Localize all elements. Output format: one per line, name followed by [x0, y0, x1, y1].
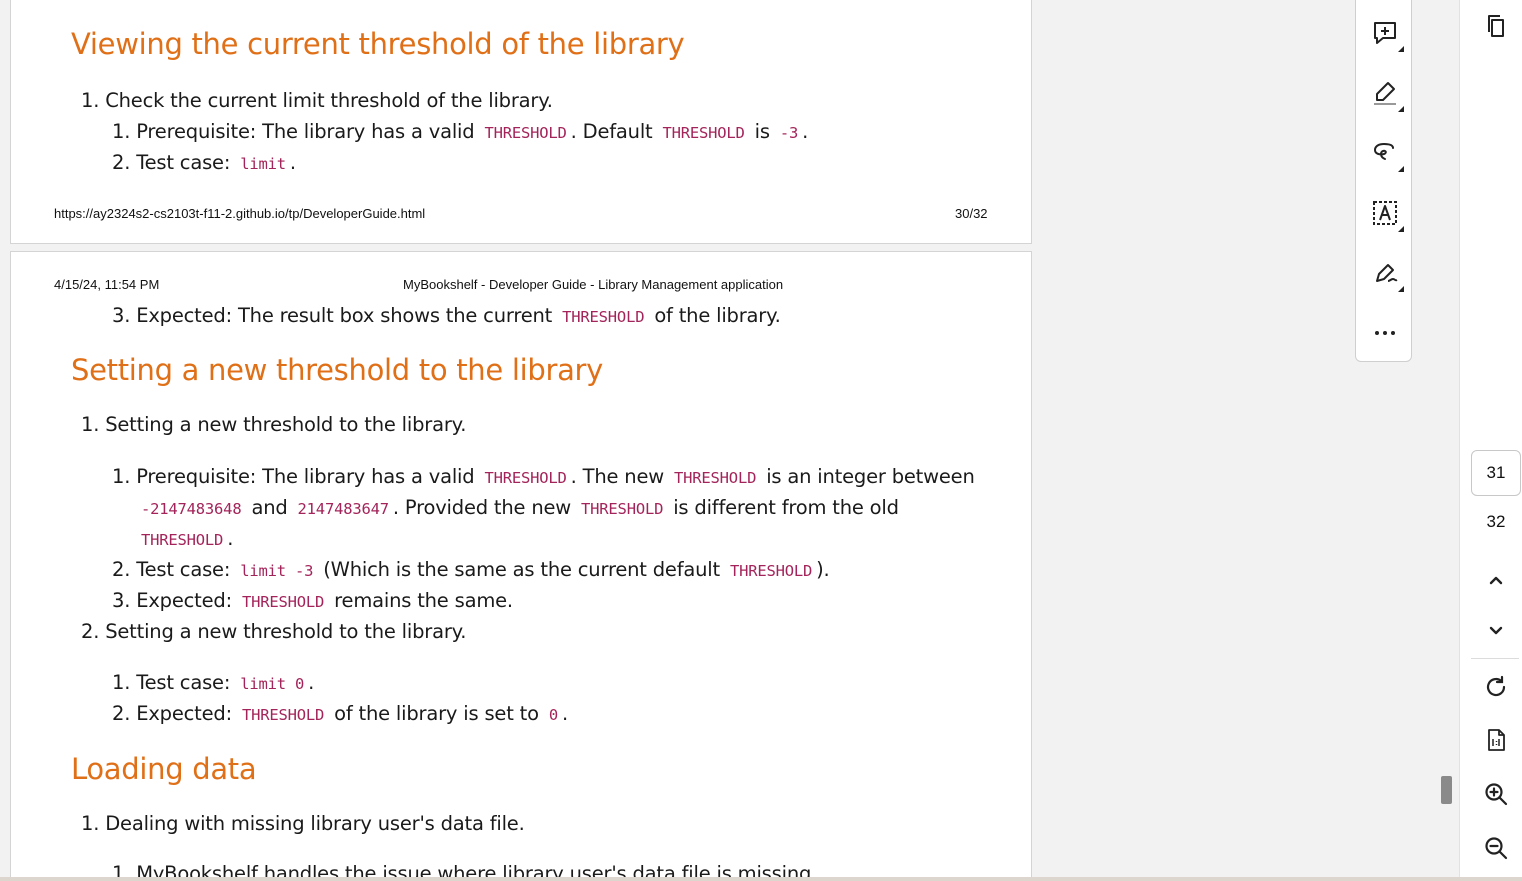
more-button[interactable] [1368, 316, 1402, 350]
list-item: 1. Check the current limit threshold of … [81, 89, 553, 112]
list-item: 2. Test case: limit. [112, 151, 296, 174]
list-item: 1. Test case: limit 0. [112, 671, 315, 694]
list-item: 2. Test case: limit -3 (Which is the sam… [112, 558, 830, 581]
header-date: 4/15/24, 11:54 PM [54, 277, 160, 292]
list-item: 1. Prerequisite: The library has a valid… [112, 465, 975, 488]
divider [1471, 658, 1519, 659]
pdf-page-30: Viewing the current threshold of the lib… [10, 0, 1032, 244]
header-title: MyBookshelf - Developer Guide - Library … [403, 277, 784, 292]
rotate-button[interactable] [1474, 667, 1518, 707]
text-select-icon [1373, 201, 1397, 225]
section-heading: Viewing the current threshold of the lib… [71, 27, 685, 61]
more-icon [1375, 331, 1395, 335]
copy-pages-icon [1488, 15, 1504, 37]
vertical-scrollbar[interactable] [1435, 0, 1459, 881]
window-bottom-border [0, 877, 1522, 881]
chevron-up-icon [1489, 576, 1503, 585]
list-item: 3. Expected: THRESHOLD remains the same. [112, 589, 513, 612]
fit-page-icon [1488, 729, 1505, 751]
highlight-button[interactable] [1368, 76, 1404, 112]
page-thumbnails-button[interactable] [1474, 6, 1518, 46]
scrollbar-thumb[interactable] [1441, 776, 1452, 804]
sign-icon [1376, 264, 1398, 282]
list-item: 3. Expected: The result box shows the cu… [112, 304, 781, 327]
next-page-button[interactable] [1474, 611, 1518, 651]
list-item-continued: -2147483648 and 2147483647. Provided the… [141, 496, 899, 519]
footer-page-number: 30/32 [955, 206, 988, 221]
pdf-viewer[interactable]: Viewing the current threshold of the lib… [0, 0, 1435, 881]
draw-button[interactable] [1368, 136, 1404, 172]
sign-button[interactable] [1368, 256, 1404, 292]
footer-url: https://ay2324s2-cs2103t-f11-2.github.io… [54, 206, 426, 221]
list-item: 2. Setting a new threshold to the librar… [81, 620, 467, 643]
zoom-out-button[interactable] [1474, 828, 1518, 868]
section-heading: Setting a new threshold to the library [71, 353, 604, 387]
add-comment-icon [1374, 22, 1396, 44]
text-select-button[interactable] [1368, 196, 1404, 232]
list-item: 1. Dealing with missing library user's d… [81, 812, 525, 835]
total-pages: 32 [1486, 512, 1506, 531]
actual-size-button[interactable] [1474, 720, 1518, 760]
draw-icon [1373, 142, 1394, 160]
current-page-input[interactable]: 31 [1471, 450, 1521, 496]
pdf-page-31: 4/15/24, 11:54 PM MyBookshelf - Develope… [10, 251, 1032, 881]
list-item: 2. Expected: THRESHOLD of the library is… [112, 702, 568, 725]
section-heading: Loading data [71, 752, 257, 786]
zoom-in-button[interactable] [1474, 774, 1518, 814]
highlight-icon [1374, 82, 1396, 105]
chevron-down-icon [1489, 626, 1503, 635]
zoom-out-icon [1485, 837, 1508, 860]
annotation-toolbar [1355, 0, 1412, 362]
rotate-icon [1486, 675, 1506, 697]
list-item: 1. Prerequisite: The library has a valid… [112, 120, 809, 143]
add-comment-button[interactable] [1368, 16, 1404, 52]
zoom-in-icon [1485, 783, 1508, 806]
list-item: 1. Setting a new threshold to the librar… [81, 413, 467, 436]
list-item-continued: THRESHOLD. [141, 527, 234, 550]
previous-page-button[interactable] [1474, 560, 1518, 600]
